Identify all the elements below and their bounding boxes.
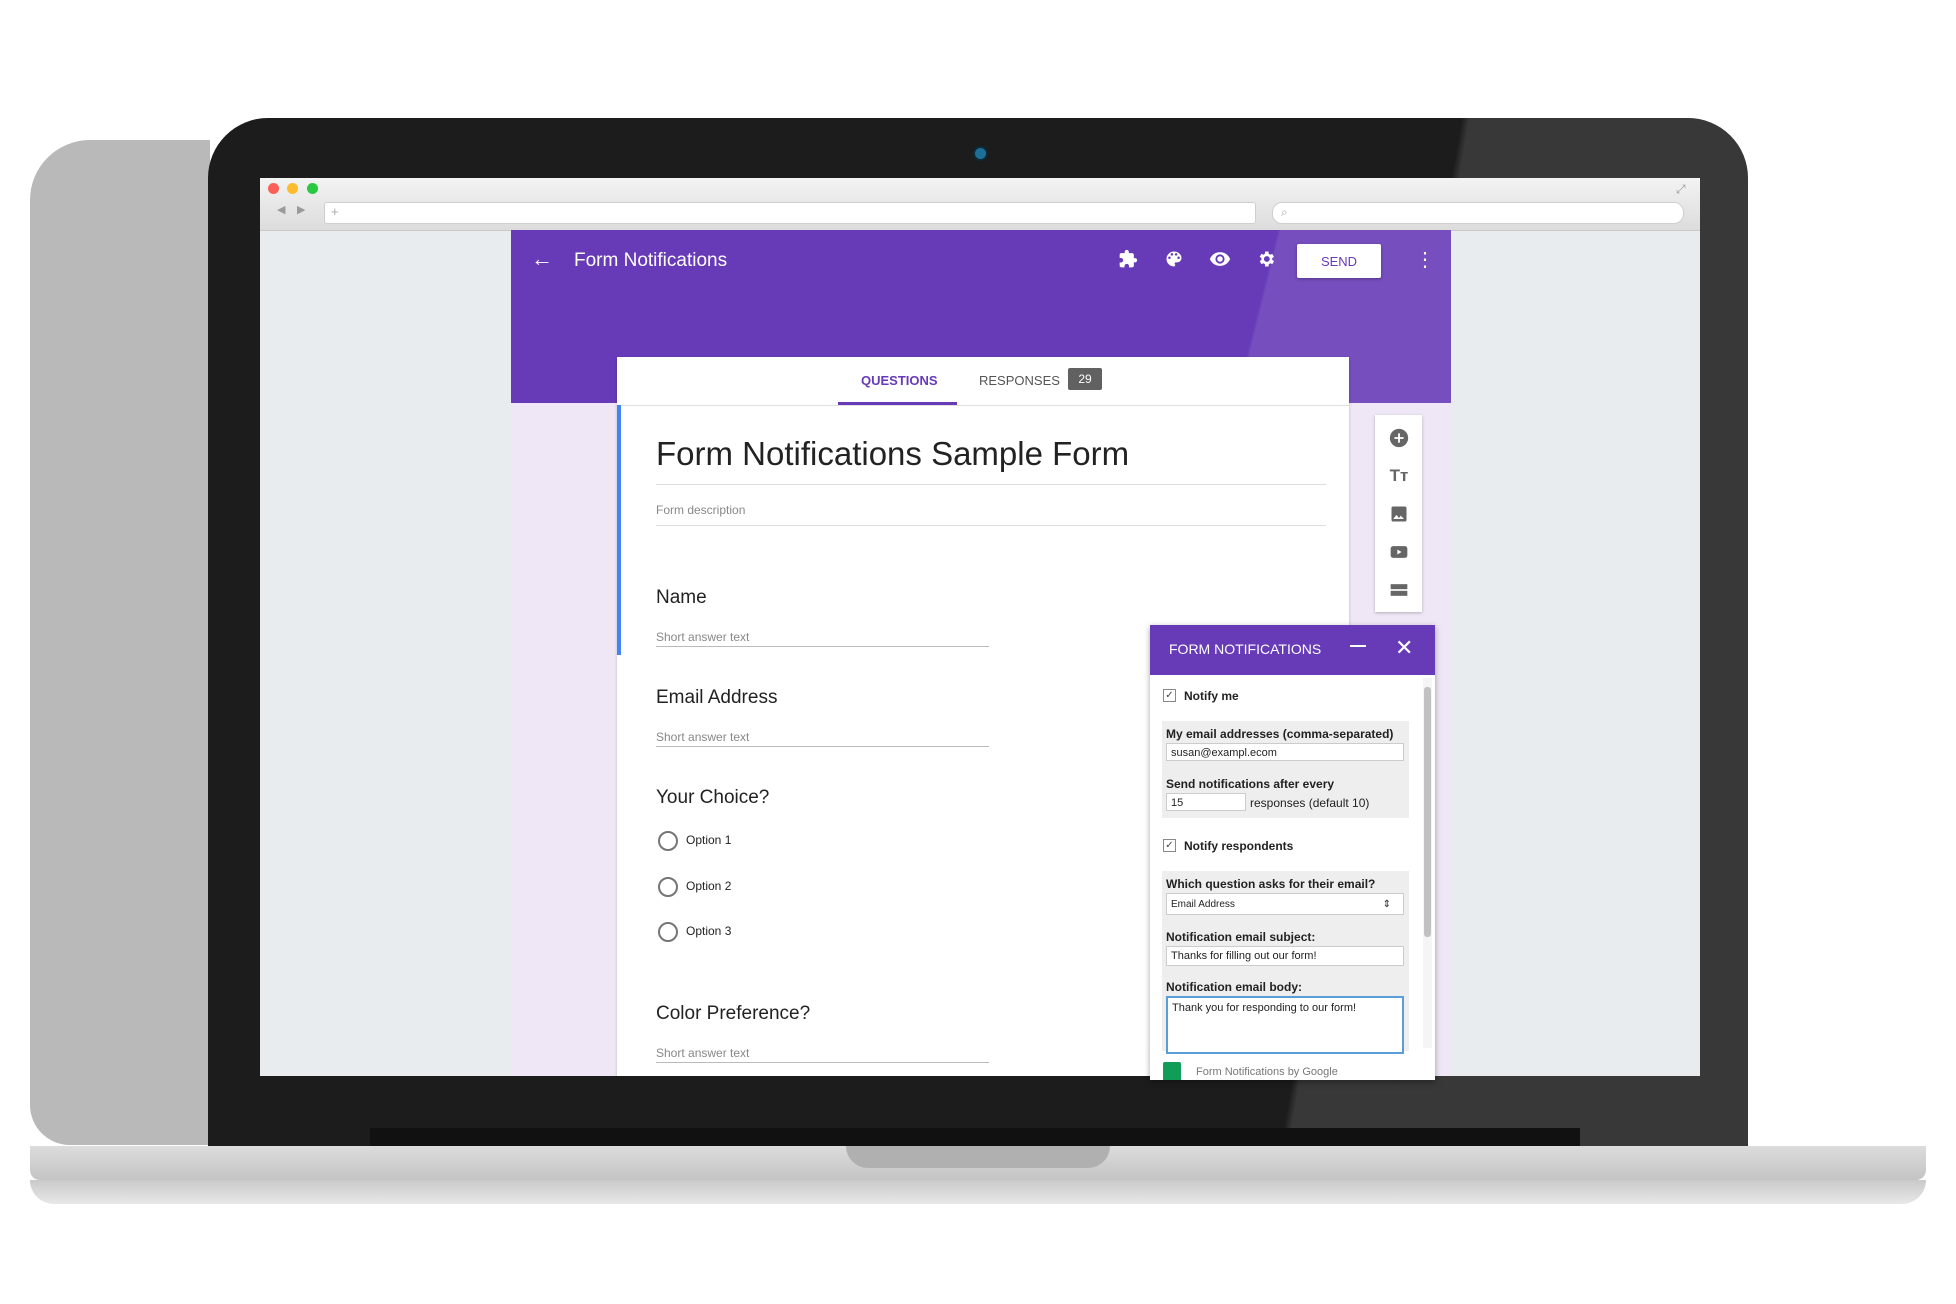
active-tab-indicator <box>838 402 957 405</box>
form-title[interactable]: Form Notifications Sample Form <box>656 435 1129 473</box>
email-question-value: Email Address <box>1171 899 1235 910</box>
send-after-label: Send notifications after every <box>1166 777 1335 791</box>
question-label[interactable]: Name <box>656 587 707 609</box>
description-underline <box>656 525 1326 526</box>
back-arrow-icon[interactable]: ← <box>531 246 553 272</box>
sheets-logo-icon <box>1163 1062 1181 1080</box>
question-label[interactable]: Color Preference? <box>656 1003 810 1025</box>
answer-underline <box>656 1062 989 1063</box>
minimize-window-dot[interactable] <box>287 183 298 194</box>
eye-icon[interactable] <box>1207 246 1233 272</box>
form-notifications-panel: FORM NOTIFICATIONS ✕ ✓ Notify me My emai… <box>1150 625 1435 1080</box>
tab-questions[interactable]: QUESTIONS <box>861 373 938 388</box>
add-question-icon[interactable] <box>1386 425 1412 451</box>
notify-respondents-checkbox[interactable]: ✓ <box>1163 839 1176 852</box>
title-text-icon[interactable]: Tт <box>1386 463 1412 489</box>
maximize-window-dot[interactable] <box>307 183 318 194</box>
search-icon: ⌕ <box>1281 205 1288 219</box>
active-item-accent <box>617 405 621 655</box>
select-arrows-icon: ⇕ <box>1382 899 1391 910</box>
radio-option-label: Option 2 <box>686 879 732 893</box>
answer-underline <box>656 746 989 747</box>
browser-toolbar: ◀ ▶ + ⌕ ⤢ <box>260 178 1700 231</box>
short-answer-placeholder: Short answer text <box>656 630 750 644</box>
answer-underline <box>656 646 989 647</box>
laptop-notch <box>846 1146 1110 1168</box>
radio-button[interactable] <box>658 831 678 851</box>
laptop-hinge <box>370 1128 1580 1146</box>
section-icon[interactable] <box>1386 577 1412 603</box>
address-bar[interactable]: + <box>324 202 1256 224</box>
radio-button[interactable] <box>658 877 678 897</box>
which-question-label: Which question asks for their email? <box>1166 877 1376 891</box>
screen: ◀ ▶ + ⌕ ⤢ ← Form Notifications SEND ⋮ QU… <box>260 178 1700 1076</box>
image-icon[interactable] <box>1386 501 1412 527</box>
gear-icon[interactable] <box>1253 246 1279 272</box>
panel-title: FORM NOTIFICATIONS <box>1169 641 1322 657</box>
webcam <box>973 146 988 161</box>
palette-icon[interactable] <box>1161 246 1187 272</box>
more-vert-icon[interactable]: ⋮ <box>1412 246 1438 272</box>
short-answer-placeholder: Short answer text <box>656 1046 750 1060</box>
video-icon[interactable] <box>1386 539 1412 565</box>
minimize-icon[interactable] <box>1350 645 1366 647</box>
response-count-input[interactable]: 15 <box>1166 793 1246 811</box>
response-count-hint: responses (default 10) <box>1250 796 1370 810</box>
panel-scroll-thumb[interactable] <box>1424 687 1431 937</box>
fullscreen-icon[interactable]: ⤢ <box>1676 182 1686 197</box>
notify-me-checkbox[interactable]: ✓ <box>1163 689 1176 702</box>
title-underline <box>656 484 1326 485</box>
tab-responses[interactable]: RESPONSES <box>979 373 1060 388</box>
body-textarea[interactable]: Thank you for responding to our form! <box>1166 996 1404 1054</box>
emails-label: My email addresses (comma-separated) <box>1166 727 1394 741</box>
app-title: Form Notifications <box>574 250 728 271</box>
close-icon[interactable]: ✕ <box>1395 635 1413 661</box>
notify-respondents-label: Notify respondents <box>1184 839 1294 853</box>
notify-me-label: Notify me <box>1184 689 1239 703</box>
email-addresses-input[interactable]: susan@exampl.ecom <box>1166 743 1404 761</box>
subject-input[interactable]: Thanks for filling out our form! <box>1166 946 1404 966</box>
body-label: Notification email body: <box>1166 980 1303 994</box>
panel-footer[interactable]: Form Notifications by Google <box>1196 1066 1338 1078</box>
laptop-base-lower <box>30 1180 1926 1204</box>
tab-bar: QUESTIONS RESPONSES 29 <box>617 357 1349 406</box>
browser-back-icon[interactable]: ◀ <box>277 203 285 216</box>
question-toolbar: Tт <box>1375 415 1422 612</box>
send-button[interactable]: SEND <box>1297 244 1381 278</box>
question-label[interactable]: Email Address <box>656 687 777 709</box>
responses-count-badge: 29 <box>1068 368 1102 390</box>
short-answer-placeholder: Short answer text <box>656 730 750 744</box>
radio-option-label: Option 1 <box>686 833 732 847</box>
new-tab-icon[interactable]: + <box>331 204 339 219</box>
laptop-shadow <box>30 140 210 1145</box>
radio-option-label: Option 3 <box>686 924 732 938</box>
browser-search-bar[interactable]: ⌕ <box>1272 202 1684 224</box>
email-question-select[interactable]: Email Address ⇕ <box>1166 893 1404 915</box>
puzzle-icon[interactable] <box>1115 246 1141 272</box>
radio-button[interactable] <box>658 922 678 942</box>
close-window-dot[interactable] <box>268 183 279 194</box>
subject-label: Notification email subject: <box>1166 930 1316 944</box>
form-description-field[interactable]: Form description <box>656 503 745 517</box>
browser-forward-icon[interactable]: ▶ <box>297 203 305 216</box>
question-label[interactable]: Your Choice? <box>656 787 769 809</box>
